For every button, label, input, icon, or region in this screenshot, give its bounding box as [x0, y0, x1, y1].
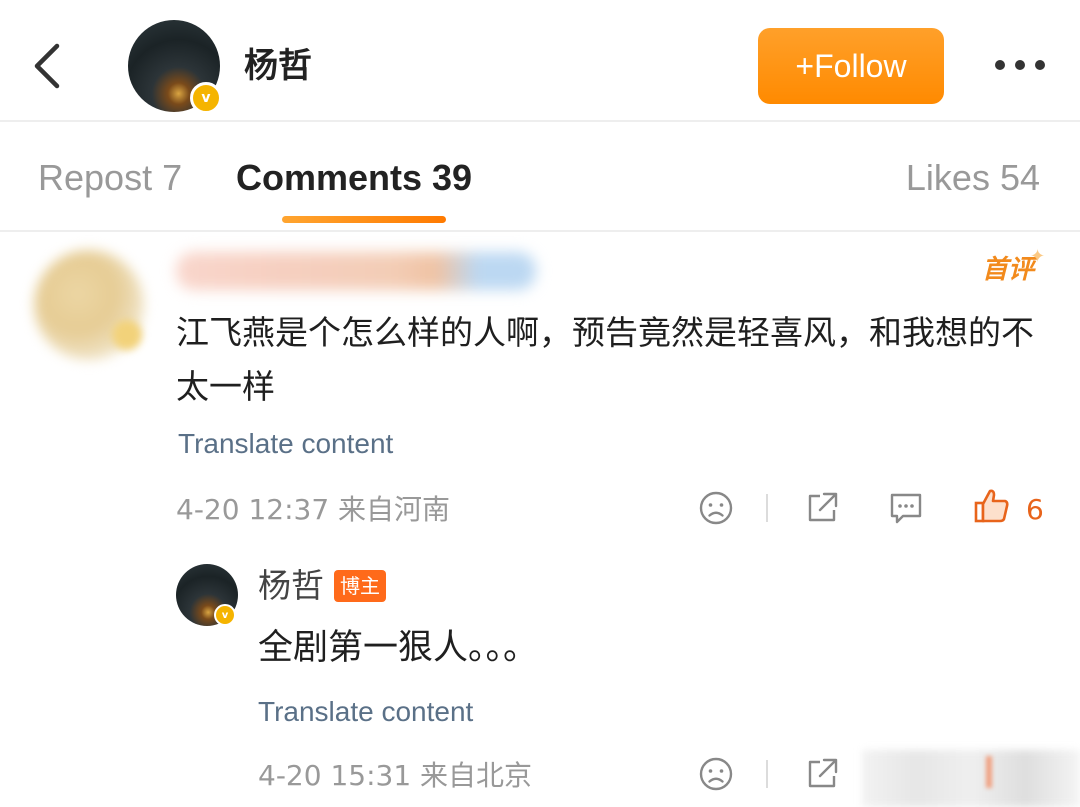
like-thumbs-up-icon[interactable]: [970, 484, 1014, 528]
sad-face-icon[interactable]: [694, 486, 738, 530]
reply-author-name[interactable]: 杨哲: [258, 566, 324, 606]
tab-repost[interactable]: Repost 7: [38, 156, 182, 200]
tab-likes[interactable]: Likes 54: [906, 156, 1040, 200]
reply-share-icon[interactable]: [800, 752, 844, 796]
tabs-divider: [0, 230, 1080, 232]
watermark-blur: [862, 750, 1080, 807]
commenter-verified-icon: [112, 320, 142, 350]
back-button[interactable]: [22, 36, 70, 96]
tab-comments[interactable]: Comments 39: [236, 156, 472, 200]
reply-text: 全剧第一狠人。。。: [258, 628, 539, 668]
comment-meta: 4-20 12:37 来自河南: [176, 493, 451, 526]
verified-badge-icon: v: [190, 82, 222, 114]
reply-action-divider: [766, 760, 768, 788]
chevron-left-icon: [34, 43, 60, 89]
reply-sad-face-icon[interactable]: [694, 752, 738, 796]
like-count: 6: [1026, 493, 1044, 526]
sparkle-icon: ✦: [1030, 246, 1046, 267]
translate-link[interactable]: Translate content: [178, 426, 393, 462]
commenter-name-redacted[interactable]: [176, 252, 536, 290]
share-icon[interactable]: [800, 486, 844, 530]
action-divider: [766, 494, 768, 522]
comment-icon[interactable]: [884, 486, 928, 530]
first-comment-badge: 首评: [982, 255, 1035, 285]
comment-text: 江飞燕是个怎么样的人啊，预告竟然是轻喜风，和我想的不太一样: [176, 313, 1034, 406]
header-divider: [0, 120, 1080, 122]
reply-verified-icon: v: [214, 604, 236, 626]
blogger-tag-badge: 博主: [334, 570, 386, 602]
reply-meta: 4-20 15:31 来自北京: [258, 759, 533, 792]
active-tab-indicator: [282, 216, 446, 223]
more-options-icon[interactable]: [984, 50, 1056, 80]
watermark-blur-mark: [986, 756, 992, 788]
reply-translate-link[interactable]: Translate content: [258, 694, 473, 730]
author-name[interactable]: 杨哲: [244, 44, 312, 88]
follow-button[interactable]: +Follow: [758, 28, 944, 104]
